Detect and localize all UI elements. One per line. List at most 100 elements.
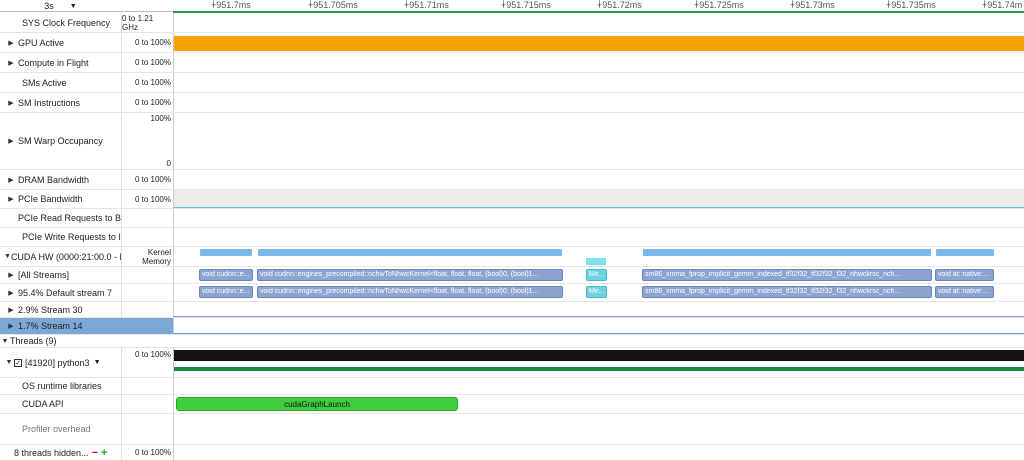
row-label: Profiler overhead: [22, 424, 91, 434]
tick-label: +951.72ms: [597, 0, 642, 10]
lane-cuda-hw[interactable]: [173, 247, 1024, 266]
lane-sys-clock[interactable]: [173, 13, 1024, 32]
kernel-block[interactable]: void cudnn::engines_precompiled::nchwToN…: [257, 269, 563, 281]
memory-activity-bar[interactable]: [586, 258, 606, 265]
lane-gpu-active[interactable]: [173, 33, 1024, 52]
row-label: SMs Active: [22, 77, 67, 88]
lane-os-runtime[interactable]: [173, 378, 1024, 394]
lane-profiler-overhead[interactable]: [173, 414, 1024, 444]
row-sys-clock[interactable]: SYS Clock Frequency 0 to 1.21 GHz: [0, 13, 1024, 33]
row-range: 0 to 100%: [121, 170, 173, 189]
lane-pcie-read[interactable]: [173, 209, 1024, 227]
plus-icon[interactable]: +: [101, 447, 107, 459]
chevron-down-icon: ▼: [69, 2, 77, 10]
row-compute-in-flight[interactable]: ▶ Compute in Flight 0 to 100%: [0, 53, 1024, 73]
expand-arrow-icon[interactable]: ▶: [4, 271, 18, 279]
row-label: Compute in Flight: [18, 57, 89, 68]
zoom-label: 3s: [44, 1, 54, 11]
thread-state-bar: [174, 367, 1024, 371]
row-all-streams[interactable]: ▶ [All Streams] void cudnn::e... void cud…: [0, 267, 1024, 284]
row-stream-30[interactable]: ▶ 2.9% Stream 30: [0, 302, 1024, 318]
lane-python3[interactable]: [173, 348, 1024, 377]
row-label: [All Streams]: [18, 270, 70, 280]
kernel-activity-bar[interactable]: [643, 249, 931, 256]
lane-sm-warp-occupancy[interactable]: [173, 113, 1024, 169]
lane-pcie-bandwidth[interactable]: [173, 190, 1024, 208]
row-sms-active[interactable]: SMs Active 0 to 100%: [0, 73, 1024, 93]
tick-label: +951.735ms: [886, 0, 936, 10]
kernel-block[interactable]: void cudnn::engines_precompiled::nchwToN…: [257, 286, 563, 298]
row-range: 0 to 100%: [134, 350, 171, 359]
lane-cuda-api[interactable]: cudaGraphLaunch: [173, 395, 1024, 413]
cuda-api-call-label: cudaGraphLaunch: [284, 399, 350, 409]
lane-compute-in-flight[interactable]: [173, 53, 1024, 72]
collapse-arrow-icon[interactable]: ▼: [0, 338, 10, 345]
memcpy-block[interactable]: Me...: [586, 286, 607, 298]
row-sm-instructions[interactable]: ▶ SM Instructions 0 to 100%: [0, 93, 1024, 113]
expand-arrow-icon[interactable]: ▶: [4, 176, 18, 184]
kernel-block[interactable]: void at::native:...: [935, 286, 994, 298]
row-os-runtime[interactable]: OS runtime libraries: [0, 378, 1024, 395]
chevron-down-icon[interactable]: ▼: [94, 359, 101, 366]
expand-arrow-icon[interactable]: ▶: [4, 322, 18, 330]
row-label: 1.7% Stream 14: [18, 321, 83, 331]
expand-arrow-icon[interactable]: ▶: [4, 99, 18, 107]
lane-default-stream[interactable]: void cudnn::e... void cudnn::engines_pre…: [173, 284, 1024, 301]
memcpy-block[interactable]: Me...: [586, 269, 607, 281]
kernel-block[interactable]: void cudnn::e...: [199, 269, 253, 281]
kernel-block[interactable]: sm86_xmma_fprop_implicit_gemm_indexed_tf…: [642, 269, 932, 281]
row-label: 2.9% Stream 30: [18, 304, 83, 315]
thread-activity-bar: [174, 350, 1024, 361]
row-pcie-bandwidth[interactable]: ▶ PCIe Bandwidth 0 to 100%: [0, 190, 1024, 209]
row-default-stream[interactable]: ▶ 95.4% Default stream 7 void cudnn::e...…: [0, 284, 1024, 302]
expand-arrow-icon[interactable]: ▶: [4, 289, 18, 297]
cuda-api-call[interactable]: cudaGraphLaunch: [176, 397, 458, 411]
row-label: 95.4% Default stream 7: [18, 287, 113, 298]
row-hidden-threads[interactable]: 8 threads hidden... − + 0 to 100%: [0, 445, 1024, 460]
row-sm-warp-occupancy[interactable]: ▶ SM Warp Occupancy 100% 0: [0, 113, 1024, 170]
row-threads[interactable]: ▼ Threads (9): [0, 335, 1024, 348]
row-label: GPU Active: [18, 37, 65, 48]
expand-arrow-icon[interactable]: ▶: [4, 195, 18, 203]
row-range: 0 to 100%: [121, 445, 173, 460]
row-pcie-write[interactable]: PCIe Write Requests to I: [0, 228, 1024, 247]
lane-pcie-write[interactable]: [173, 228, 1024, 246]
lane-sm-instructions[interactable]: [173, 93, 1024, 112]
row-python3-thread[interactable]: ▼ ✓ [41920] python3 ▼ 0 to 100%: [0, 348, 1024, 378]
minus-icon[interactable]: −: [92, 447, 98, 459]
kernel-activity-bar[interactable]: [258, 249, 562, 256]
tick-label: +951.71ms: [404, 0, 449, 10]
tick-label: +951.705ms: [308, 0, 358, 10]
row-cuda-api[interactable]: CUDA API cudaGraphLaunch: [0, 395, 1024, 414]
kernel-activity-bar[interactable]: [200, 249, 252, 256]
row-profiler-overhead[interactable]: Profiler overhead: [0, 414, 1024, 445]
row-gpu-active[interactable]: ▶ GPU Active 0 to 100%: [0, 33, 1024, 53]
kernel-activity-bar[interactable]: [936, 249, 994, 256]
row-range: 0 to 100%: [121, 53, 173, 72]
expand-arrow-icon[interactable]: ▶: [4, 137, 18, 145]
kernel-block[interactable]: void cudnn::e...: [199, 286, 253, 298]
kernel-block[interactable]: sm86_xmma_fprop_implicit_gemm_indexed_tf…: [642, 286, 932, 298]
lane-stream-14[interactable]: [173, 318, 1024, 334]
row-dram-bandwidth[interactable]: ▶ DRAM Bandwidth 0 to 100%: [0, 170, 1024, 190]
expand-arrow-icon[interactable]: ▶: [4, 59, 18, 67]
thread-checkbox[interactable]: ✓: [14, 358, 22, 367]
lane-all-streams[interactable]: void cudnn::e... void cudnn::engines_pre…: [173, 267, 1024, 283]
lane-sms-active[interactable]: [173, 73, 1024, 92]
lane-dram-bandwidth[interactable]: [173, 170, 1024, 189]
gpu-active-fill: [174, 36, 1024, 51]
collapse-arrow-icon[interactable]: ▼: [4, 253, 11, 260]
expand-arrow-icon[interactable]: ▶: [4, 306, 18, 314]
row-label: PCIe Bandwidth: [18, 194, 83, 204]
expand-arrow-icon[interactable]: ▶: [4, 39, 18, 47]
range-top: 100%: [150, 114, 171, 123]
row-stream-14[interactable]: ▶ 1.7% Stream 14: [0, 318, 1024, 335]
kernel-block[interactable]: void at::native:...: [935, 269, 994, 281]
zoom-dropdown[interactable]: 3s ▼: [0, 0, 121, 12]
collapse-arrow-icon[interactable]: ▼: [4, 359, 14, 366]
row-label: DRAM Bandwidth: [18, 174, 90, 185]
lane-hidden-threads[interactable]: [173, 445, 1024, 460]
lane-stream-30[interactable]: [173, 302, 1024, 317]
row-cuda-hw[interactable]: ▼ CUDA HW (0000:21:00.0 - N Kernel Memory: [0, 247, 1024, 267]
row-pcie-read[interactable]: PCIe Read Requests to B: [0, 209, 1024, 228]
